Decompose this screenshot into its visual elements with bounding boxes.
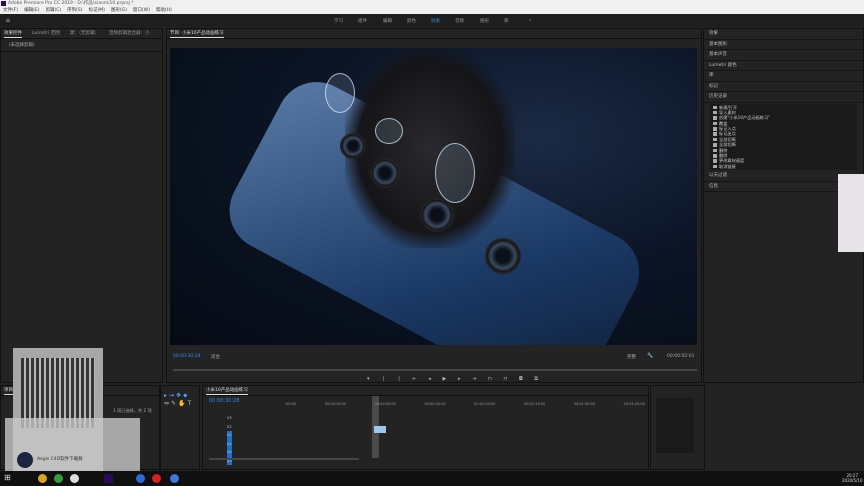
title-bar: Adobe Premiere Pro CC 2019 - D:\作品\xiaom…: [0, 0, 864, 7]
ws-learn[interactable]: 学习: [334, 18, 343, 24]
ruler-label: 00:01:45:00: [623, 402, 645, 406]
wrench-icon[interactable]: 🔧: [647, 353, 653, 359]
panel-essential-sound[interactable]: 基本声音: [704, 50, 863, 61]
menu-sequence[interactable]: 序列(S): [67, 7, 82, 14]
tab-effect-controls[interactable]: 效果控件: [4, 29, 22, 38]
tools-panel: ▸⇥✥⬥ ⇔✎✋T: [160, 385, 200, 470]
menu-graphics[interactable]: 图形(G): [111, 7, 127, 14]
ruler-label: 00:01:30:00: [573, 402, 596, 406]
tab-lumetri-scopes[interactable]: Lumetri 范围: [32, 29, 60, 38]
ws-libraries[interactable]: 库: [504, 18, 509, 24]
selection-count: 1 项已选择，共 2 项: [113, 408, 152, 413]
tab-source[interactable]: 源：（无剪辑）: [70, 29, 99, 38]
no-clip-selected: （未选择剪辑）: [1, 39, 162, 52]
timeline-scrollbar[interactable]: [209, 458, 359, 460]
quality-dropdown[interactable]: 完整: [627, 354, 636, 360]
ruler-label: 00:01:15:00: [523, 402, 546, 406]
panel-essential-graphics[interactable]: 基本图形: [704, 40, 863, 50]
chrome-icon[interactable]: [54, 474, 63, 483]
panel-lumetri-color[interactable]: Lumetri 颜色: [704, 61, 863, 71]
tab-audio-mixer[interactable]: 音频剪辑混合器：小: [109, 29, 150, 38]
panel-effects[interactable]: 效果: [704, 29, 863, 40]
track-v2[interactable]: V2: [227, 423, 232, 432]
menu-clip[interactable]: 剪辑(C): [45, 7, 61, 14]
history-list: 新建/打开 导入素材 创建"小米10产品动画练习" 覆盖 标记入点 标记出点 全…: [710, 103, 857, 171]
camera-lens: [420, 198, 454, 232]
popup-text: Aegis C4D软件下载群: [37, 457, 83, 462]
camera-lens: [485, 238, 521, 274]
ws-editing[interactable]: 编辑: [383, 18, 392, 24]
system-clock[interactable]: 20:27 2020/5/10: [842, 473, 863, 483]
ws-graphics[interactable]: 图形: [480, 18, 489, 24]
glass-lens: [375, 118, 403, 144]
timeline-panel: 小米10产品动画练习 00:00:30:28 :00:00 00:00:15:00…: [202, 385, 649, 470]
program-title[interactable]: 节目: 小米10产品动画练习: [170, 29, 224, 38]
explorer-icon[interactable]: [38, 474, 47, 483]
window-title: Adobe Premiere Pro CC 2019 - D:\作品\xiaom…: [8, 1, 134, 6]
panel-markers[interactable]: 标记: [704, 82, 863, 92]
ws-more[interactable]: »: [529, 18, 532, 23]
video-frame: [170, 48, 697, 345]
sequence-tab[interactable]: 小米10产品动画练习: [206, 386, 248, 395]
record-icon[interactable]: [152, 474, 161, 483]
track-v3[interactable]: V3: [227, 414, 232, 423]
tab-project[interactable]: 项目: [4, 386, 13, 395]
workspace-bar: ⌂ 学习 组件 编辑 颜色 效果 音频 图形 库 »: [0, 14, 864, 27]
camera-lens: [340, 133, 366, 159]
ws-audio[interactable]: 音频: [455, 18, 464, 24]
premiere-logo-icon: [1, 1, 6, 6]
tool-icons[interactable]: ▸⇥✥⬥ ⇔✎✋T: [161, 386, 199, 413]
fit-dropdown[interactable]: 适合: [211, 354, 220, 360]
menu-help[interactable]: 帮助(H): [156, 7, 172, 14]
home-icon[interactable]: ⌂: [6, 17, 10, 24]
audio-meter: [650, 385, 705, 470]
ruler-label: 00:00:15:00: [324, 402, 347, 406]
menu-bar: 文件(F) 编辑(E) 剪辑(C) 序列(S) 标记(M) 图形(G) 窗口(W) 帮助(H): [0, 7, 864, 14]
ruler-label: 00:00:45:00: [424, 402, 446, 406]
camera-lens: [370, 158, 400, 188]
video-clip[interactable]: [374, 426, 386, 433]
effect-controls-panel: 效果控件 Lumetri 范围 源：（无剪辑） 音频剪辑混合器：小 （未选择剪辑）: [0, 28, 163, 383]
menu-file[interactable]: 文件(F): [3, 7, 18, 14]
notification-popup[interactable]: Aegis C4D软件下载群: [5, 418, 140, 473]
premiere-icon[interactable]: [104, 474, 113, 483]
time-ruler[interactable]: :00:00 00:00:15:00 00:00:30:00 00:00:45:00 0…: [285, 402, 645, 406]
ws-assembly[interactable]: 组件: [358, 18, 367, 24]
playhead-scrubber[interactable]: [173, 369, 697, 371]
ruler-label: 00:01:00:00: [474, 402, 496, 406]
program-timecode[interactable]: 00:00:30:28: [173, 354, 200, 359]
track-a1[interactable]: A1: [227, 439, 232, 448]
ws-effects[interactable]: 效果: [431, 18, 440, 24]
app-icon[interactable]: [136, 474, 145, 483]
panel-history[interactable]: 历史记录: [704, 92, 863, 103]
glass-lens: [435, 143, 475, 203]
program-duration: 00:00:02:01: [667, 354, 695, 359]
taskbar: ⊞ 20:27 2020/5/10: [0, 471, 864, 486]
glass-lens: [325, 73, 355, 113]
floating-overlay: [838, 174, 864, 252]
app-icon[interactable]: [170, 474, 179, 483]
start-icon[interactable]: ⊞: [4, 473, 11, 482]
track-a2[interactable]: A2: [227, 448, 232, 457]
transport-controls[interactable]: ▾ ❘ ❘ ⇤ ◂ ▶ ▸ ⇥ ⊓ ⊓ ◘ ⧉: [367, 376, 543, 382]
track-v1[interactable]: V1: [227, 431, 232, 440]
history-item[interactable]: 取消链接: [710, 164, 857, 169]
clock-date: 2020/5/10: [842, 478, 863, 483]
app-icon: [17, 452, 33, 468]
menu-window[interactable]: 窗口(W): [133, 7, 150, 14]
menu-edit[interactable]: 编辑(E): [24, 7, 39, 14]
timeline-timecode[interactable]: 00:00:30:28: [209, 398, 240, 404]
app-icon[interactable]: [70, 474, 79, 483]
ws-color[interactable]: 颜色: [407, 18, 416, 24]
panel-libraries[interactable]: 库: [704, 71, 863, 82]
ruler-label: :00:00: [285, 402, 297, 406]
menu-marker[interactable]: 标记(M): [89, 7, 105, 14]
